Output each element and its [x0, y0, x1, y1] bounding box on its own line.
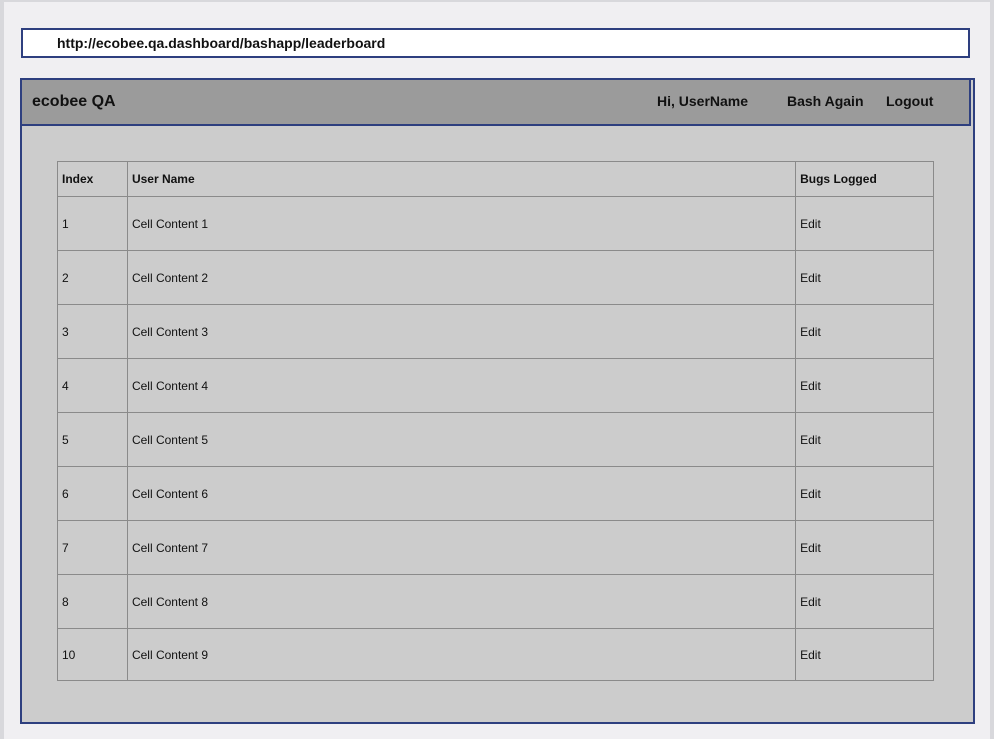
cell-index: 10 — [57, 628, 128, 681]
address-bar[interactable]: http://ecobee.qa.dashboard/bashapp/leade… — [21, 28, 970, 58]
bash-again-link[interactable]: Bash Again — [787, 93, 864, 109]
column-header-bugs-logged: Bugs Logged — [795, 161, 934, 197]
edit-link[interactable]: Edit — [795, 358, 934, 413]
cell-user-name: Cell Content 2 — [126, 250, 797, 305]
cell-index: 6 — [57, 466, 128, 521]
cell-user-name: Cell Content 4 — [126, 358, 797, 413]
table-header-row: Index User Name Bugs Logged — [57, 161, 934, 197]
cell-user-name: Cell Content 3 — [126, 304, 797, 359]
column-header-index: Index — [57, 161, 128, 197]
table-row: 2 Cell Content 2 Edit — [57, 250, 934, 305]
edit-link[interactable]: Edit — [795, 520, 934, 575]
app-container: ecobee QA Hi, UserName Bash Again Logout… — [20, 78, 975, 724]
edit-link[interactable]: Edit — [795, 304, 934, 359]
table-row: 10 Cell Content 9 Edit — [57, 628, 934, 681]
cell-user-name: Cell Content 1 — [126, 196, 797, 251]
table-row: 7 Cell Content 7 Edit — [57, 520, 934, 575]
table-row: 6 Cell Content 6 Edit — [57, 466, 934, 521]
table-row: 8 Cell Content 8 Edit — [57, 574, 934, 629]
edit-link[interactable]: Edit — [795, 574, 934, 629]
edit-link[interactable]: Edit — [795, 466, 934, 521]
cell-user-name: Cell Content 5 — [126, 412, 797, 467]
url-text: http://ecobee.qa.dashboard/bashapp/leade… — [57, 35, 386, 51]
cell-index: 4 — [57, 358, 128, 413]
brand-title: ecobee QA — [32, 93, 116, 110]
table-row: 4 Cell Content 4 Edit — [57, 358, 934, 413]
leaderboard-table: Index User Name Bugs Logged 1 Cell Conte… — [57, 161, 934, 681]
table-row: 5 Cell Content 5 Edit — [57, 412, 934, 467]
cell-user-name: Cell Content 7 — [126, 520, 797, 575]
column-header-user-name: User Name — [126, 161, 797, 197]
cell-index: 2 — [57, 250, 128, 305]
table-row: 1 Cell Content 1 Edit — [57, 196, 934, 251]
edit-link[interactable]: Edit — [795, 196, 934, 251]
edit-link[interactable]: Edit — [795, 250, 934, 305]
cell-index: 3 — [57, 304, 128, 359]
cell-user-name: Cell Content 6 — [126, 466, 797, 521]
cell-index: 8 — [57, 574, 128, 629]
top-nav-bar: ecobee QA Hi, UserName Bash Again Logout — [22, 80, 971, 126]
cell-index: 7 — [57, 520, 128, 575]
cell-index: 1 — [57, 196, 128, 251]
user-greeting: Hi, UserName — [657, 93, 749, 109]
edit-link[interactable]: Edit — [795, 412, 934, 467]
cell-user-name: Cell Content 8 — [126, 574, 797, 629]
table-row: 3 Cell Content 3 Edit — [57, 304, 934, 359]
cell-user-name: Cell Content 9 — [126, 628, 797, 681]
logout-link[interactable]: Logout — [886, 93, 933, 109]
edit-link[interactable]: Edit — [795, 628, 934, 681]
cell-index: 5 — [57, 412, 128, 467]
